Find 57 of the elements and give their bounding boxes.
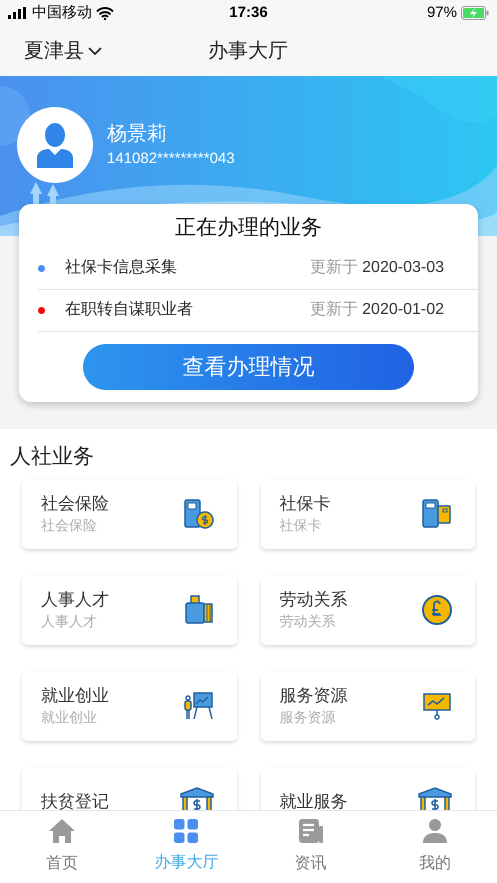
service-subtitle: 服务资源 — [280, 708, 336, 726]
tab[interactable]: 首页 — [0, 811, 124, 883]
id-number: 141082*********043 — [107, 148, 235, 169]
card-title: 正在办理的业务 — [174, 215, 323, 241]
task-name: 在职转自谋职业者 — [65, 300, 194, 320]
updated-date: 2020-03-03 — [362, 258, 444, 278]
service-title: 社会保险 — [41, 492, 110, 514]
page-title: 办事大厅 — [208, 39, 288, 64]
person-silhouette-icon — [35, 122, 75, 168]
user-name: 杨景莉 — [107, 122, 168, 147]
service-card[interactable]: 服务资源 服务资源 — [260, 671, 475, 741]
wifi-icon — [96, 6, 114, 20]
chevron-down-icon — [88, 46, 102, 56]
service-card[interactable]: 劳动关系 劳动关系 — [260, 575, 475, 645]
service-subtitle: 人事人才 — [41, 612, 98, 630]
service-card[interactable]: 人事人才 人事人才 — [22, 575, 236, 645]
card-terminal-icon — [421, 498, 453, 530]
service-card[interactable]: 就业创业 就业创业 — [22, 671, 236, 741]
newspaper-icon — [298, 818, 324, 844]
service-title: 服务资源 — [280, 684, 348, 706]
cash-register-icon — [182, 594, 214, 626]
service-card[interactable]: 社保卡 社保卡 — [260, 479, 475, 549]
service-title: 就业创业 — [41, 684, 110, 706]
service-title: 社保卡 — [280, 492, 332, 514]
bank-icon — [417, 786, 453, 810]
service-title: 扶贫登记 — [41, 791, 110, 810]
carrier-name: 中国移动 — [32, 2, 92, 23]
service-card[interactable]: 扶贫登记 — [22, 767, 236, 810]
updated-date: 2020-01-02 — [362, 300, 444, 320]
battery-charging-icon — [460, 6, 489, 20]
pound-coin-icon — [421, 594, 453, 626]
grid-icon — [174, 819, 198, 843]
service-subtitle: 就业创业 — [41, 708, 98, 726]
updated-label: 更新于 — [310, 258, 358, 278]
task-name: 社保卡信息采集 — [65, 258, 178, 278]
bank-icon — [178, 786, 214, 810]
service-card[interactable]: 就业服务 — [260, 767, 475, 810]
tab[interactable]: 我的 — [372, 811, 497, 883]
service-card[interactable]: 社会保险 社会保险 — [22, 479, 236, 549]
service-subtitle: 社会保险 — [41, 516, 98, 534]
service-title: 人事人才 — [41, 588, 110, 610]
user-icon — [422, 818, 448, 844]
tab[interactable]: 资讯 — [248, 811, 373, 883]
service-title: 就业服务 — [280, 791, 348, 810]
status-time: 17:36 — [228, 2, 269, 23]
service-subtitle: 劳动关系 — [280, 612, 336, 630]
view-progress-button[interactable]: 查看办理情况 — [83, 344, 414, 390]
location-dropdown[interactable]: 夏津县 — [24, 36, 102, 66]
payment-terminal-icon — [182, 498, 214, 530]
updated-label: 更新于 — [310, 300, 358, 320]
battery-percent: 97% — [426, 2, 457, 23]
section-title: 人社业务 — [9, 444, 95, 470]
home-icon — [48, 818, 76, 844]
presentation-icon — [182, 690, 214, 722]
service-subtitle: 社保卡 — [280, 516, 322, 534]
service-title: 劳动关系 — [280, 588, 348, 610]
signal-icon — [8, 7, 28, 19]
